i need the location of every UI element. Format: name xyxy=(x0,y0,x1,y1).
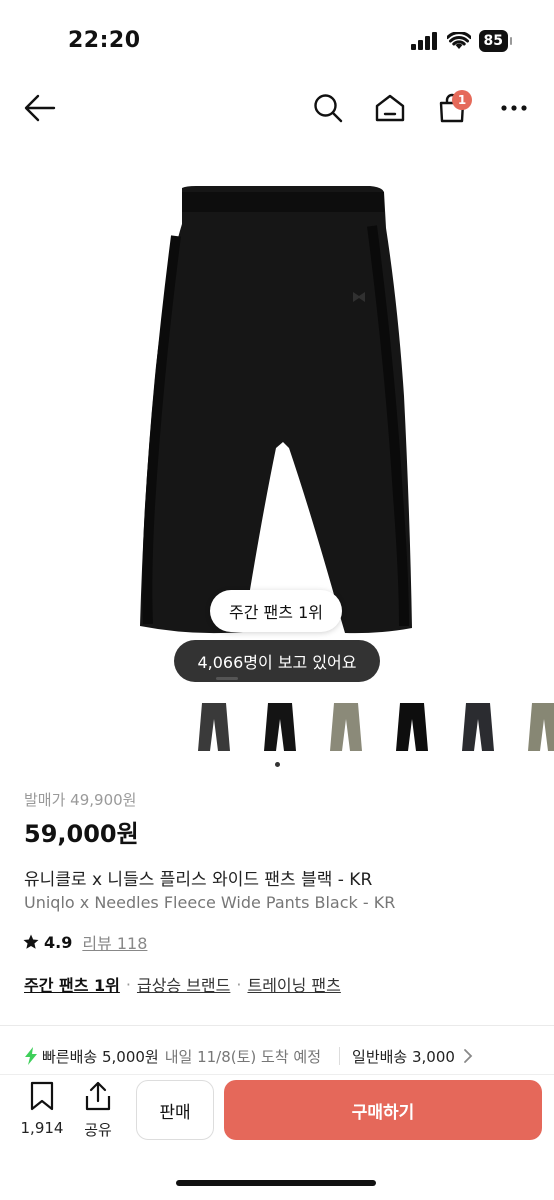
top-nav: 1 xyxy=(0,80,554,136)
star-icon xyxy=(23,934,39,949)
color-thumbnails xyxy=(186,700,554,760)
share-button[interactable]: 공유 xyxy=(76,1081,120,1140)
color-thumbnail[interactable] xyxy=(516,700,554,756)
bookmark-icon xyxy=(30,1081,54,1111)
fast-shipping-date: 내일 11/8(토) 도착 예정 xyxy=(164,1047,322,1066)
pants-thumbnail-image xyxy=(462,703,494,751)
save-button[interactable]: 1,914 xyxy=(20,1081,64,1137)
pants-thumbnail-image xyxy=(528,703,554,751)
viewer-count-badge: 4,066명이 보고 있어요 xyxy=(174,640,380,682)
more-button[interactable] xyxy=(494,88,534,128)
color-thumbnail[interactable] xyxy=(318,700,374,756)
back-arrow-icon xyxy=(24,94,56,122)
wifi-icon xyxy=(446,32,471,49)
chevron-right-icon xyxy=(464,1049,473,1063)
shipping-options[interactable]: 빠른배송 5,000원 내일 11/8(토) 도착 예정 일반배송 3,000 xyxy=(24,1044,554,1068)
status-bar: 22:20 85 xyxy=(0,0,554,80)
product-tags: 주간 팬츠 1위 · 급상승 브랜드 · 트레이닝 팬츠 xyxy=(24,972,341,996)
carousel-indicator xyxy=(216,677,238,680)
home-button[interactable] xyxy=(370,88,410,128)
buy-button[interactable]: 구매하기 xyxy=(224,1080,542,1140)
review-count-link[interactable]: 리뷰 118 xyxy=(82,930,147,954)
cart-count-badge: 1 xyxy=(452,90,472,110)
lightning-bolt-icon xyxy=(25,1047,37,1065)
signal-icon xyxy=(410,32,437,50)
color-thumbnail[interactable] xyxy=(252,700,308,756)
weekly-rank-badge: 주간 팬츠 1위 xyxy=(210,590,342,632)
product-image-carousel[interactable]: 주간 팬츠 1위 4,066명이 보고 있어요 xyxy=(0,136,554,696)
pants-thumbnail-image xyxy=(330,703,362,751)
release-price: 발매가 49,900원 xyxy=(24,791,137,809)
status-time: 22:20 xyxy=(68,28,141,53)
search-button[interactable] xyxy=(308,88,348,128)
color-thumbnail[interactable] xyxy=(384,700,440,756)
tag-training-pants[interactable]: 트레이닝 팬츠 xyxy=(247,972,340,996)
shipping-divider xyxy=(339,1047,341,1065)
battery-indicator: 85 xyxy=(478,30,513,52)
rating-value: 4.9 xyxy=(44,932,73,952)
cart-button[interactable]: 1 xyxy=(432,88,472,128)
tag-separator: · xyxy=(236,974,242,994)
status-icons: 85 xyxy=(410,30,513,52)
tag-rising-brand[interactable]: 급상승 브랜드 xyxy=(137,972,230,996)
back-button[interactable] xyxy=(20,88,60,128)
search-icon xyxy=(314,94,343,123)
product-name-korean: 유니클로 x 니들스 플리스 와이드 팬츠 블랙 - KR xyxy=(24,870,373,890)
home-indicator xyxy=(176,1180,376,1186)
normal-shipping-label: 일반배송 3,000 xyxy=(352,1047,455,1066)
home-icon xyxy=(375,94,405,122)
share-icon xyxy=(85,1081,111,1111)
sell-button[interactable]: 판매 xyxy=(136,1080,214,1140)
fast-shipping-label: 빠른배송 5,000원 xyxy=(42,1047,159,1066)
section-divider xyxy=(0,1025,554,1026)
pants-thumbnail-image xyxy=(264,703,296,751)
saved-count: 1,914 xyxy=(20,1119,64,1137)
product-name-english: Uniqlo x Needles Fleece Wide Pants Black… xyxy=(24,893,396,912)
current-price: 59,000원 xyxy=(24,820,139,848)
pants-thumbnail-image xyxy=(198,703,230,751)
tag-weekly-rank[interactable]: 주간 팬츠 1위 xyxy=(24,972,120,996)
rating-row: 4.9 리뷰 118 xyxy=(22,930,147,954)
pants-thumbnail-image xyxy=(396,703,428,751)
thumbnail-selected-dot xyxy=(275,762,280,767)
share-label: 공유 xyxy=(84,1121,112,1139)
tag-separator: · xyxy=(125,974,131,994)
color-thumbnail[interactable] xyxy=(186,700,242,756)
color-thumbnail[interactable] xyxy=(450,700,506,756)
more-dots-icon xyxy=(501,105,527,111)
